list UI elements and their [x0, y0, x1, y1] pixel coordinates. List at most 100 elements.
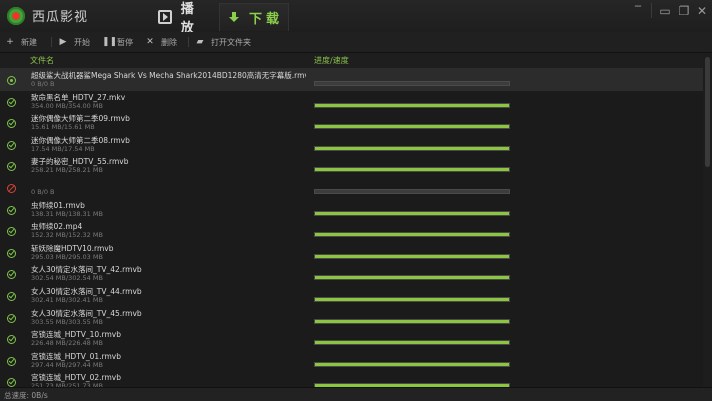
file-size: 303.55 MB/303.55 MB: [31, 317, 103, 326]
list-item[interactable]: 妻子的秘密_HDTV_55.rmvb 258.21 MB/258.21 MB: [0, 155, 703, 177]
file-size: 297.44 MB/297.44 MB: [31, 360, 103, 369]
toolbar: + 新建 ▶ 开始 ❚❚ 暂停 ✕ 删除 ▰ 打开文件夹: [0, 32, 712, 53]
pending-circle-icon: [7, 76, 16, 85]
progress-bar: [314, 81, 510, 86]
close-icon[interactable]: ✕: [693, 4, 711, 18]
file-size: 0 B/0 B: [31, 188, 55, 196]
progress-fill: [315, 103, 509, 107]
download-list: 超级鲨大战机器鲨Mega Shark Vs Mecha Shark2014BD1…: [0, 69, 703, 387]
restore-icon[interactable]: ❐: [675, 4, 693, 18]
open-folder-button[interactable]: ▰ 打开文件夹: [196, 36, 251, 48]
progress-bar: [314, 189, 510, 194]
progress-bar: [314, 167, 510, 173]
file-size: 0 B/0 B: [31, 80, 55, 88]
scrollbar[interactable]: [703, 53, 712, 387]
progress-bar: [314, 232, 510, 238]
toolbar-separator: [188, 37, 189, 47]
check-circle-icon: [7, 119, 16, 129]
progress-fill: [315, 298, 509, 301]
progress-bar: [314, 275, 510, 281]
list-item[interactable]: 0 B/0 B: [0, 177, 703, 199]
progress-fill: [315, 276, 509, 280]
list-item[interactable]: 致命黑名单_HDTV_27.mkv 354.00 MB/354.00 MB: [0, 91, 703, 113]
toolbar-separator: [51, 37, 52, 47]
list-item[interactable]: 宫锁连城_HDTV_10.rmvb 226.48 MB/226.48 MB: [0, 328, 703, 350]
delete-button-label: 删除: [161, 37, 177, 47]
progress-bar: [314, 124, 510, 130]
progress-bar: [314, 145, 510, 151]
file-name: 超级鲨大战机器鲨Mega Shark Vs Mecha Shark2014BD1…: [31, 71, 306, 80]
list-item[interactable]: 超级鲨大战机器鲨Mega Shark Vs Mecha Shark2014BD1…: [0, 69, 703, 91]
app-title: 西瓜影视: [32, 10, 89, 25]
file-size: 258.21 MB/258.21 MB: [31, 166, 103, 175]
column-progress[interactable]: 进度/速度: [314, 55, 349, 66]
progress-fill: [315, 125, 509, 129]
pause-icon: ❚❚: [102, 37, 118, 47]
download-icon: [228, 11, 240, 24]
check-circle-icon: [7, 313, 16, 323]
list-item[interactable]: 宫锁连城_HDTV_02.rmvb 251.73 MB/251.73 MB: [0, 371, 703, 387]
list-item[interactable]: 女人30情定水落间_TV_45.rmvb 303.55 MB/303.55 MB: [0, 307, 703, 329]
file-size: 15.61 MB/15.61 MB: [31, 123, 95, 132]
file-size: 302.54 MB/302.54 MB: [31, 274, 103, 283]
tab-play[interactable]: 播放: [158, 2, 214, 36]
progress-fill: [315, 233, 509, 237]
error-circle-icon: [7, 184, 16, 193]
check-circle-icon: [7, 162, 16, 172]
file-size: 354.00 MB/354.00 MB: [31, 101, 103, 110]
scrollbar-thumb[interactable]: [705, 57, 710, 167]
progress-bar: [314, 340, 510, 346]
check-circle-icon: [7, 140, 16, 150]
progress-bar: [314, 210, 510, 216]
check-circle-icon: [7, 335, 16, 345]
check-circle-icon: [7, 356, 16, 366]
column-header: 文件名 进度/速度: [0, 53, 703, 69]
pause-button-label: 暂停: [117, 37, 133, 47]
new-button-label: 新建: [21, 37, 37, 47]
column-filename[interactable]: 文件名: [30, 55, 54, 66]
file-size: 295.03 MB/295.03 MB: [31, 252, 103, 261]
file-size: 152.32 MB/152.32 MB: [31, 231, 103, 240]
list-item[interactable]: 迷你偶像大师第二季09.rmvb 15.61 MB/15.61 MB: [0, 112, 703, 134]
progress-bar: [314, 253, 510, 259]
progress-bar: [314, 297, 510, 302]
new-button[interactable]: + 新建: [6, 36, 37, 48]
open-folder-button-label: 打开文件夹: [211, 37, 251, 47]
list-item[interactable]: 虫师续01.rmvb 138.31 MB/138.31 MB: [0, 199, 703, 221]
tab-download[interactable]: 下载: [219, 3, 289, 31]
progress-fill: [315, 254, 509, 258]
check-circle-icon: [7, 97, 16, 107]
progress-fill: [315, 319, 509, 323]
progress-fill: [315, 211, 509, 215]
check-circle-icon: [7, 292, 16, 301]
window-icon[interactable]: ▭: [656, 4, 674, 18]
minimize-icon[interactable]: ‾: [629, 4, 647, 18]
list-item[interactable]: 虫师续02.mp4 152.32 MB/152.32 MB: [0, 220, 703, 242]
file-size: 17.54 MB/17.54 MB: [31, 144, 95, 153]
list-item[interactable]: 女人30情定水落间_TV_42.rmvb 302.54 MB/302.54 MB: [0, 263, 703, 285]
file-size: 302.41 MB/302.41 MB: [31, 296, 103, 304]
progress-fill: [315, 341, 509, 345]
start-button[interactable]: ▶ 开始: [59, 36, 90, 48]
check-circle-icon: [7, 270, 16, 280]
folder-icon: ▰: [196, 37, 204, 47]
progress-fill: [315, 146, 509, 150]
window-separator: [651, 3, 652, 18]
total-speed-text: 总速度: 0B/s: [4, 391, 48, 400]
list-item[interactable]: 宫锁连城_HDTV_01.rmvb 297.44 MB/297.44 MB: [0, 350, 703, 372]
file-size: 226.48 MB/226.48 MB: [31, 339, 103, 348]
progress-fill: [315, 168, 509, 172]
list-item[interactable]: 女人30情定水落间_TV_44.rmvb 302.41 MB/302.41 MB: [0, 285, 703, 307]
app-logo-icon: [7, 7, 25, 25]
progress-bar: [314, 318, 510, 324]
tab-download-label: 下载: [249, 12, 284, 27]
list-item[interactable]: 迷你偶像大师第二季08.rmvb 17.54 MB/17.54 MB: [0, 134, 703, 156]
tab-play-label: 播放: [180, 1, 198, 36]
check-circle-icon: [7, 205, 16, 215]
pause-button[interactable]: ❚❚ 暂停: [102, 36, 133, 48]
delete-button[interactable]: ✕ 删除: [146, 36, 177, 48]
list-item[interactable]: 斩妖除魔HDTV10.rmvb 295.03 MB/295.03 MB: [0, 242, 703, 264]
check-circle-icon: [7, 248, 16, 258]
title-bar: 西瓜影视 播放 下载 ‾ ▭ ❐ ✕: [0, 0, 712, 36]
play-icon: [158, 9, 172, 24]
